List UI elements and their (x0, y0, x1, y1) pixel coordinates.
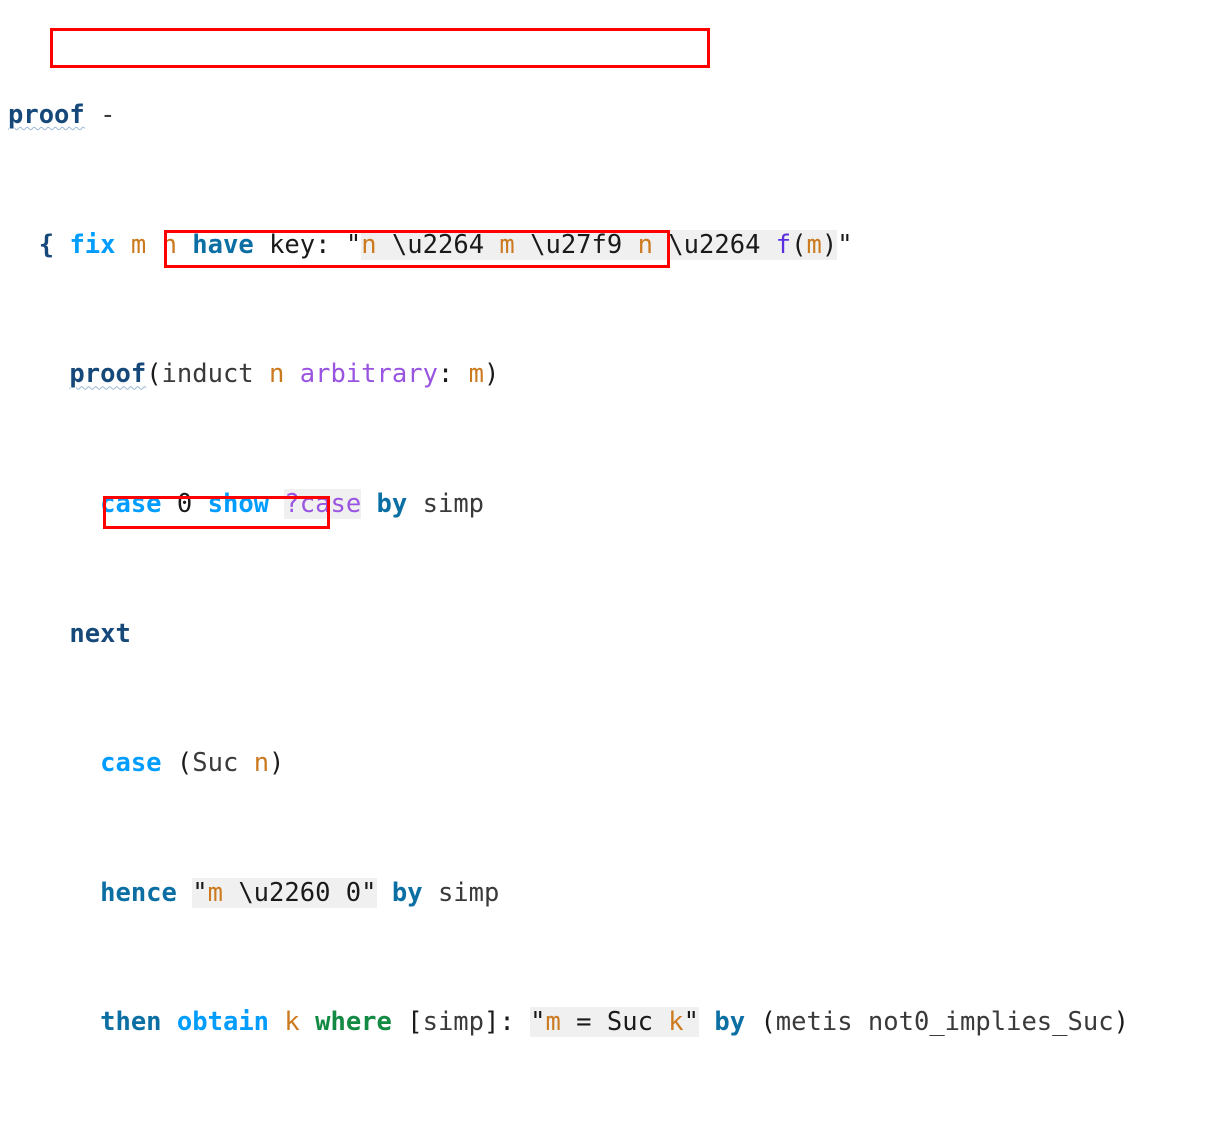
token-next: next (69, 618, 131, 649)
proof-script-page: proof - { fix m n have key: "n \u2264 m … (0, 0, 1232, 1038)
code-line-5[interactable]: next (8, 618, 1190, 650)
code-line-2[interactable]: { fix m n have key: "n \u2264 m \u27f9 n… (8, 229, 1190, 261)
token-arbitrary: arbitrary (299, 359, 438, 390)
code-line-8[interactable]: then obtain k where [simp]: "m = Suc k" … (8, 1006, 1190, 1038)
token-show: show (207, 489, 270, 520)
token-proof: proof (8, 100, 85, 131)
token-fix: fix (69, 229, 116, 260)
token-suc: Suc (192, 748, 239, 779)
token-zero: 0 (176, 489, 193, 520)
token-free-n: n (161, 229, 177, 260)
code-line-1[interactable]: proof - (8, 99, 1190, 131)
token-dash: - (84, 100, 116, 131)
inner-syntax-1: n \u2264 m \u27f9 n \u2264 f(m) (361, 229, 838, 260)
token-not0-implies-suc: not0_implies_Suc (867, 1007, 1114, 1038)
token-where: where (315, 1007, 392, 1038)
quote-open: " (345, 229, 362, 260)
token-simp-attr: simp (422, 1007, 485, 1038)
token-free-m: m (130, 229, 147, 260)
token-by: by (376, 489, 408, 520)
token-case-suc: case (100, 748, 162, 779)
code-line-3[interactable]: proof(induct n arbitrary: m) (8, 358, 1190, 390)
token-then: then (100, 1007, 162, 1038)
code-line-4[interactable]: case 0 show ?case by simp (8, 488, 1190, 520)
token-qcase: ?case (284, 489, 362, 520)
token-obtain: obtain (176, 1007, 270, 1038)
token-proof-method: proof (69, 359, 147, 390)
code-line-6[interactable]: case (Suc n) (8, 747, 1190, 779)
token-hence: hence (100, 877, 177, 908)
inner-syntax-3: "m = Suc k" (530, 1007, 699, 1038)
token-brace-open: { (38, 229, 55, 260)
token-case: case (100, 489, 162, 520)
token-induct: induct (161, 359, 254, 390)
token-simp: simp (422, 489, 485, 520)
token-have: have (192, 229, 254, 260)
token-free-k: k (284, 1007, 300, 1038)
quote-close: " (837, 229, 853, 260)
code-block[interactable]: proof - { fix m n have key: "n \u2264 m … (8, 2, 1190, 1124)
token-key-label: key: (269, 229, 331, 260)
inner-syntax-2: "m \u2260 0" (192, 877, 377, 908)
token-metis: metis (775, 1007, 853, 1038)
code-line-7[interactable]: hence "m \u2260 0" by simp (8, 877, 1190, 909)
